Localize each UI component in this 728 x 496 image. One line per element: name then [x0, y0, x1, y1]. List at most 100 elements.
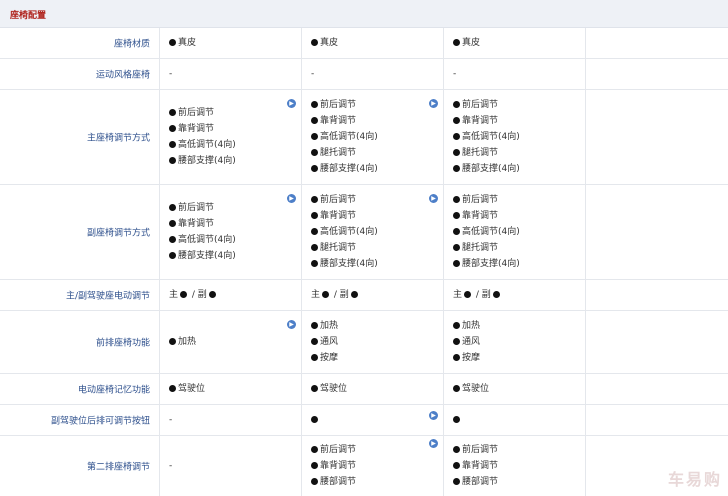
spec-value: 腿托调节 — [311, 145, 378, 161]
filled-dot-icon — [311, 101, 318, 108]
filled-dot-icon — [169, 157, 176, 164]
filled-dot-icon — [453, 196, 460, 203]
spec-value: 高低调节(4向) — [453, 224, 520, 240]
filled-dot-icon — [453, 244, 460, 251]
play-circle-icon[interactable]: ▶ — [429, 439, 438, 448]
spec-value: 前后调节 — [311, 442, 356, 458]
filled-dot-icon — [169, 385, 176, 392]
spec-value: 主 / 副 — [169, 287, 218, 303]
filled-dot-icon — [311, 244, 318, 251]
spec-value: - — [453, 69, 457, 79]
spec-value: 前后调节 — [453, 97, 520, 113]
filled-dot-icon — [453, 260, 460, 267]
filled-dot-icon — [453, 354, 460, 361]
spec-value: 高低调节(4向) — [169, 232, 236, 248]
play-circle-icon[interactable]: ▶ — [287, 320, 296, 329]
filled-dot-icon — [311, 462, 318, 469]
play-circle-icon[interactable]: ▶ — [429, 99, 438, 108]
spec-value: 腰部支撑(4向) — [169, 153, 236, 169]
row-label: 主座椅调节方式 — [86, 133, 150, 144]
spec-value: 腰部支撑(4向) — [311, 256, 378, 272]
filled-dot-icon — [311, 165, 318, 172]
filled-dot-icon — [311, 133, 318, 140]
filled-dot-icon — [453, 101, 460, 108]
section-header: 座椅配置 — [0, 0, 728, 28]
spec-value: 腿托调节 — [453, 240, 520, 256]
spec-value: - — [169, 69, 173, 79]
spec-value: 前后调节 — [311, 97, 378, 113]
play-circle-icon[interactable]: ▶ — [287, 194, 296, 203]
filled-dot-icon — [169, 252, 176, 259]
filled-dot-icon — [169, 109, 176, 116]
filled-dot-icon — [453, 416, 460, 423]
spec-value: 靠背调节 — [311, 113, 378, 129]
play-circle-icon[interactable]: ▶ — [287, 99, 296, 108]
spec-value: 靠背调节 — [453, 458, 498, 474]
filled-dot-icon — [453, 228, 460, 235]
spec-value: 真皮 — [169, 35, 196, 51]
filled-dot-icon — [453, 385, 460, 392]
spec-value: 靠背调节 — [311, 458, 356, 474]
spec-value: 按摩 — [453, 350, 480, 366]
spec-value: 腰部支撑(4向) — [311, 161, 378, 177]
spec-value: 加热 — [311, 318, 338, 334]
spec-value: 加热 — [453, 318, 480, 334]
filled-dot-icon — [453, 462, 460, 469]
filled-dot-icon — [492, 291, 500, 298]
spec-value — [453, 412, 462, 428]
row-electric-adjust: 主/副驾驶座电动调节 主 / 副 主 / 副 主 / 副 — [0, 280, 728, 311]
filled-dot-icon — [169, 220, 176, 227]
spec-value: 高低调节(4向) — [311, 129, 378, 145]
filled-dot-icon — [208, 291, 216, 298]
spec-value: 驾驶位 — [311, 381, 347, 397]
spec-value: 靠背调节 — [453, 113, 520, 129]
filled-dot-icon — [350, 291, 358, 298]
watermark-logo: 车易购 — [667, 470, 722, 489]
spec-value: 驾驶位 — [169, 381, 205, 397]
filled-dot-icon — [169, 204, 176, 211]
row-label: 主/副驾驶座电动调节 — [65, 291, 150, 302]
spec-value: 高低调节(4向) — [311, 224, 378, 240]
row-label: 座椅材质 — [113, 39, 150, 50]
filled-dot-icon — [180, 291, 188, 298]
row-sport-seat: 运动风格座椅 - - - — [0, 59, 728, 90]
spec-value — [311, 412, 320, 428]
filled-dot-icon — [169, 338, 176, 345]
spec-value: 通风 — [311, 334, 338, 350]
filled-dot-icon — [311, 385, 318, 392]
spec-value: 靠背调节 — [169, 121, 236, 137]
filled-dot-icon — [311, 478, 318, 485]
filled-dot-icon — [169, 236, 176, 243]
spec-value: 前后调节 — [311, 192, 378, 208]
filled-dot-icon — [311, 446, 318, 453]
filled-dot-icon — [453, 39, 460, 46]
filled-dot-icon — [311, 228, 318, 235]
filled-dot-icon — [311, 212, 318, 219]
filled-dot-icon — [311, 338, 318, 345]
spec-value: 靠背调节 — [453, 208, 520, 224]
spec-value: 腿托调节 — [311, 240, 378, 256]
filled-dot-icon — [311, 322, 318, 329]
row-label: 前排座椅功能 — [95, 338, 150, 349]
section-title: 座椅配置 — [10, 11, 47, 21]
row-label: 副座椅调节方式 — [86, 228, 150, 239]
filled-dot-icon — [453, 478, 460, 485]
spec-value: 腰部调节 — [453, 474, 498, 490]
filled-dot-icon — [453, 133, 460, 140]
spec-value: 高低调节(4向) — [453, 129, 520, 145]
spec-value: 靠背调节 — [311, 208, 378, 224]
filled-dot-icon — [311, 149, 318, 156]
spec-value: 主 / 副 — [453, 287, 502, 303]
spec-value: 前后调节 — [453, 192, 520, 208]
play-circle-icon[interactable]: ▶ — [429, 411, 438, 420]
spec-value: 前后调节 — [453, 442, 498, 458]
spec-value: 腰部支撑(4向) — [453, 256, 520, 272]
spec-value: 靠背调节 — [169, 216, 236, 232]
filled-dot-icon — [311, 416, 318, 423]
filled-dot-icon — [311, 117, 318, 124]
filled-dot-icon — [169, 125, 176, 132]
filled-dot-icon — [453, 149, 460, 156]
filled-dot-icon — [453, 165, 460, 172]
play-circle-icon[interactable]: ▶ — [429, 194, 438, 203]
filled-dot-icon — [311, 260, 318, 267]
